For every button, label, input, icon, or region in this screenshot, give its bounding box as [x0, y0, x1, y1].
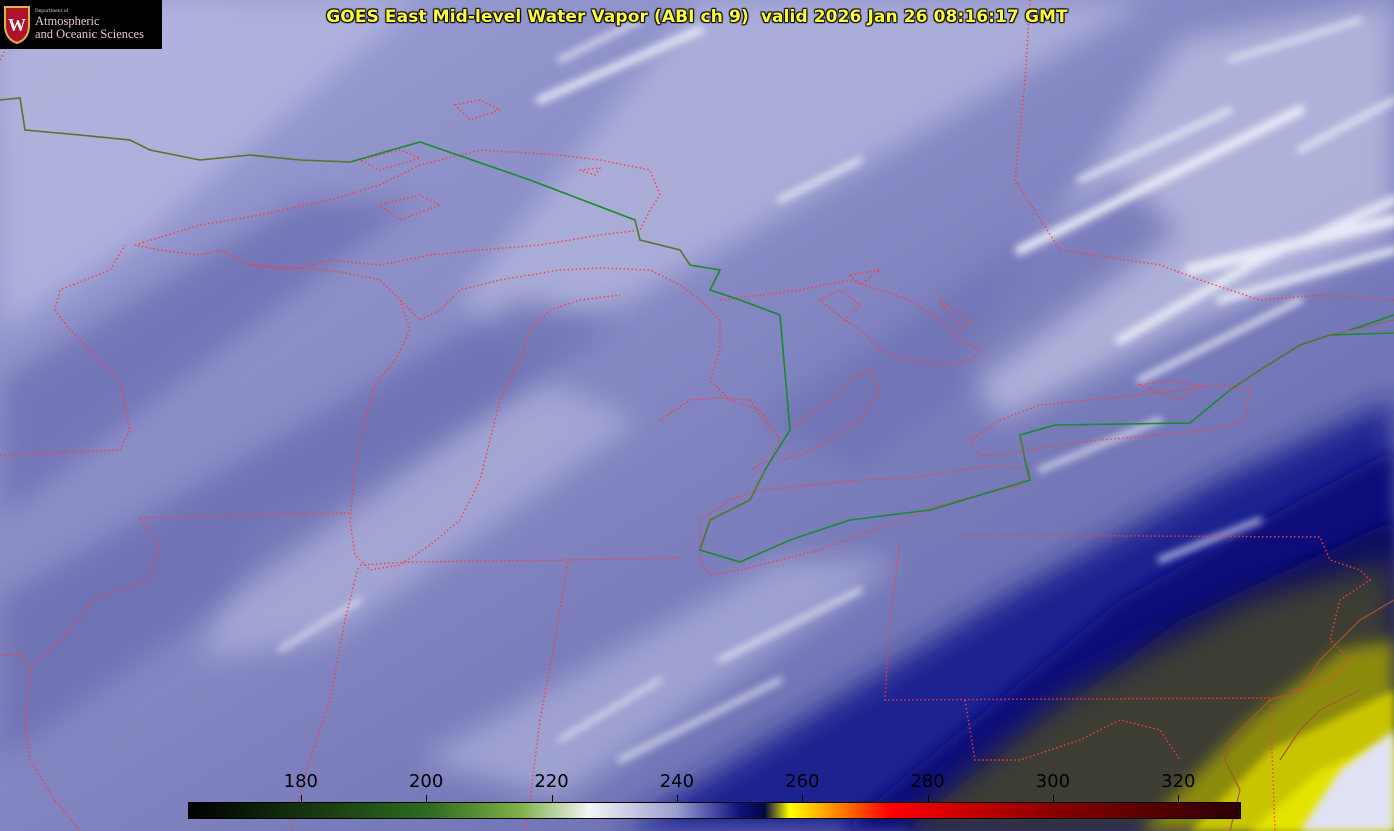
colorbar-tick-mark	[927, 795, 929, 802]
colorbar-tick-mark	[802, 795, 804, 802]
colorbar-tick-label: 260	[785, 771, 820, 792]
colorbar-tick-label: 300	[1035, 771, 1071, 792]
colorbar-tick-mark	[1178, 795, 1180, 802]
colorbar-tick-label: 320	[1161, 771, 1196, 792]
colorbar-tick-label: 180	[283, 771, 318, 792]
colorbar-tick-label: 220	[534, 771, 569, 792]
colorbar-tick-mark	[551, 795, 553, 802]
logo-line-oceanic: and Oceanic Sciences	[35, 27, 144, 41]
colorbar-tick-mark	[1052, 795, 1054, 802]
water-vapor-map	[0, 0, 1394, 831]
colorbar-tick-label: 200	[408, 771, 444, 792]
colorbar-tick-mark	[676, 795, 678, 802]
colorbar-tick-mark	[300, 795, 302, 802]
map-title: GOES East Mid-level Water Vapor (ABI ch …	[326, 7, 1068, 27]
colorbar	[188, 802, 1241, 819]
colorbar-tick-label: 240	[659, 771, 695, 792]
colorbar-tick-mark	[426, 795, 428, 802]
colorbar-tick-label: 280	[910, 771, 945, 792]
